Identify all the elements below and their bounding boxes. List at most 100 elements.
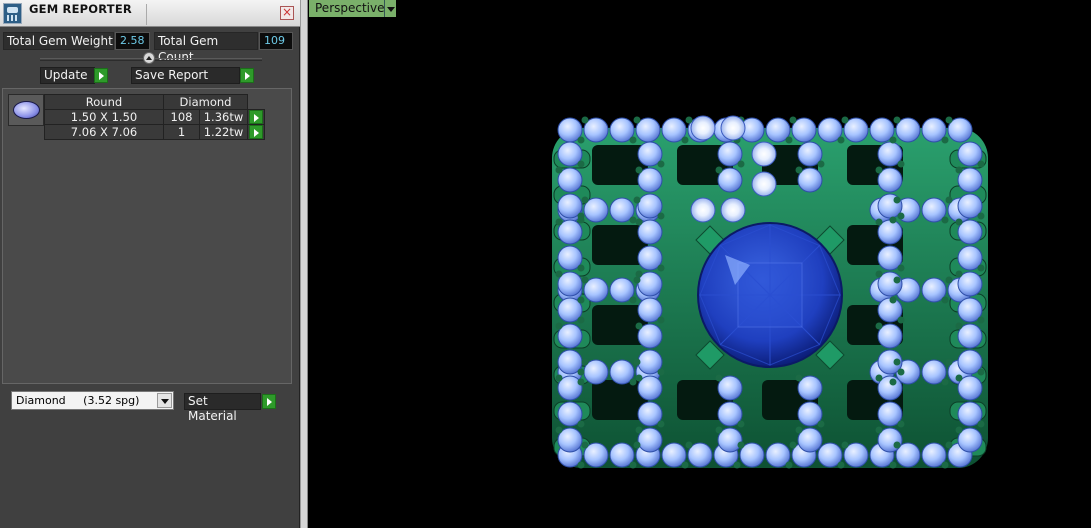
center-stone-table bbox=[737, 262, 803, 328]
chevron-down-icon[interactable] bbox=[157, 393, 172, 408]
prong-bead bbox=[977, 264, 985, 272]
material-select[interactable]: Diamond (3.52 spg) bbox=[11, 391, 174, 410]
prong-bead bbox=[633, 276, 641, 284]
prong-bead bbox=[875, 270, 883, 278]
ring-body bbox=[552, 115, 988, 469]
prong-bead bbox=[555, 166, 563, 174]
prong-bead bbox=[737, 420, 745, 428]
gem-count-cell: 108 bbox=[163, 109, 200, 125]
prong-bead bbox=[955, 374, 963, 382]
gem-table: Round Diamond 1.50 X 1.50 108 1.36tw 7.0… bbox=[44, 94, 265, 140]
prong-bead bbox=[789, 116, 797, 124]
view-mode-dropdown-icon[interactable] bbox=[384, 0, 396, 17]
row-go-icon[interactable] bbox=[249, 125, 263, 139]
prong-bead bbox=[577, 212, 585, 220]
prong-bead bbox=[875, 322, 883, 330]
gem-weight-cell: 1.36tw bbox=[199, 109, 248, 125]
update-go-icon[interactable] bbox=[94, 68, 108, 83]
table-row[interactable]: 1.50 X 1.50 108 1.36tw bbox=[44, 109, 265, 125]
prong-bead bbox=[941, 296, 949, 304]
highlighted-diamond bbox=[720, 197, 746, 223]
highlighted-diamond bbox=[751, 141, 777, 167]
prong-bead bbox=[577, 136, 585, 144]
titlebar-divider bbox=[146, 4, 147, 25]
gem-count-cell: 1 bbox=[163, 124, 200, 140]
prong-bead bbox=[633, 116, 641, 124]
panel-splitter[interactable] bbox=[300, 0, 308, 528]
set-material-button[interactable]: Set Material bbox=[184, 393, 261, 423]
prong-bead bbox=[785, 461, 793, 469]
prong-bead bbox=[555, 218, 563, 226]
prong-bead bbox=[897, 264, 905, 272]
prong-bead bbox=[737, 160, 745, 168]
prong-bead bbox=[657, 420, 665, 428]
collapse-toggle-icon[interactable] bbox=[143, 52, 155, 64]
prong-bead bbox=[941, 136, 949, 144]
gem-reporter-app-icon bbox=[3, 3, 22, 24]
prong-bead bbox=[555, 270, 563, 278]
prong-bead bbox=[789, 441, 797, 449]
prong-bead bbox=[581, 358, 589, 366]
prong-bead bbox=[657, 368, 665, 376]
prong-bead bbox=[577, 378, 585, 386]
gem-size-cell: 1.50 X 1.50 bbox=[44, 109, 164, 125]
save-report-button[interactable]: Save Report bbox=[131, 67, 240, 84]
highlighted-diamond bbox=[751, 171, 777, 197]
update-button[interactable]: Update bbox=[40, 67, 95, 84]
prong-bead bbox=[841, 116, 849, 124]
save-report-go-icon[interactable] bbox=[240, 68, 254, 83]
prong-bead bbox=[897, 420, 905, 428]
prong-bead bbox=[657, 264, 665, 272]
prong-bead bbox=[955, 270, 963, 278]
panel-title: GEM REPORTER bbox=[29, 2, 132, 16]
prong-bead bbox=[581, 276, 589, 284]
prong-bead bbox=[817, 160, 825, 168]
prong-bead bbox=[889, 216, 897, 224]
gem-thumbnail[interactable] bbox=[8, 94, 44, 126]
row-select-cell bbox=[247, 124, 265, 140]
prong-bead bbox=[897, 316, 905, 324]
prong-bead bbox=[889, 296, 897, 304]
prong-bead bbox=[681, 461, 689, 469]
prong-bead bbox=[635, 166, 643, 174]
prong-bead bbox=[941, 378, 949, 386]
prong-bead bbox=[657, 160, 665, 168]
prong-bead bbox=[837, 136, 845, 144]
set-material-go-icon[interactable] bbox=[262, 394, 276, 409]
prong-bead bbox=[955, 426, 963, 434]
prong-bead bbox=[577, 160, 585, 168]
close-button[interactable]: × bbox=[280, 6, 294, 20]
prong-bead bbox=[977, 368, 985, 376]
view-mode-label[interactable]: Perspective bbox=[309, 0, 391, 17]
prong-bead bbox=[629, 216, 637, 224]
total-gem-count-value: 109 bbox=[259, 32, 293, 50]
highlighted-diamond bbox=[690, 115, 716, 141]
prong-bead bbox=[893, 196, 901, 204]
prong-bead bbox=[733, 461, 741, 469]
row-go-icon[interactable] bbox=[249, 110, 263, 124]
prong-bead bbox=[629, 378, 637, 386]
prong-bead bbox=[715, 374, 723, 382]
prong-bead bbox=[955, 322, 963, 330]
prong-bead bbox=[581, 441, 589, 449]
total-gem-weight-label: Total Gem Weight bbox=[3, 32, 114, 50]
table-row[interactable]: 7.06 X 7.06 1 1.22tw bbox=[44, 124, 265, 140]
highlighted-diamond bbox=[690, 197, 716, 223]
highlighted-diamond bbox=[720, 115, 746, 141]
ring-model[interactable] bbox=[540, 110, 1000, 480]
prong-bead bbox=[945, 116, 953, 124]
prong-bead bbox=[635, 322, 643, 330]
prong-bead bbox=[635, 218, 643, 226]
prong-bead bbox=[555, 374, 563, 382]
prong-bead bbox=[795, 166, 803, 174]
panel-titlebar: GEM REPORTER × bbox=[0, 0, 300, 27]
prong-bead bbox=[577, 461, 585, 469]
gem-weight-cell: 1.22tw bbox=[199, 124, 248, 140]
prong-bead bbox=[945, 358, 953, 366]
prong-bead bbox=[977, 160, 985, 168]
prong-bead bbox=[889, 461, 897, 469]
prong-bead bbox=[577, 296, 585, 304]
prong-bead bbox=[977, 420, 985, 428]
prong-bead bbox=[941, 216, 949, 224]
gem-table-header-row: Round Diamond bbox=[44, 94, 265, 110]
